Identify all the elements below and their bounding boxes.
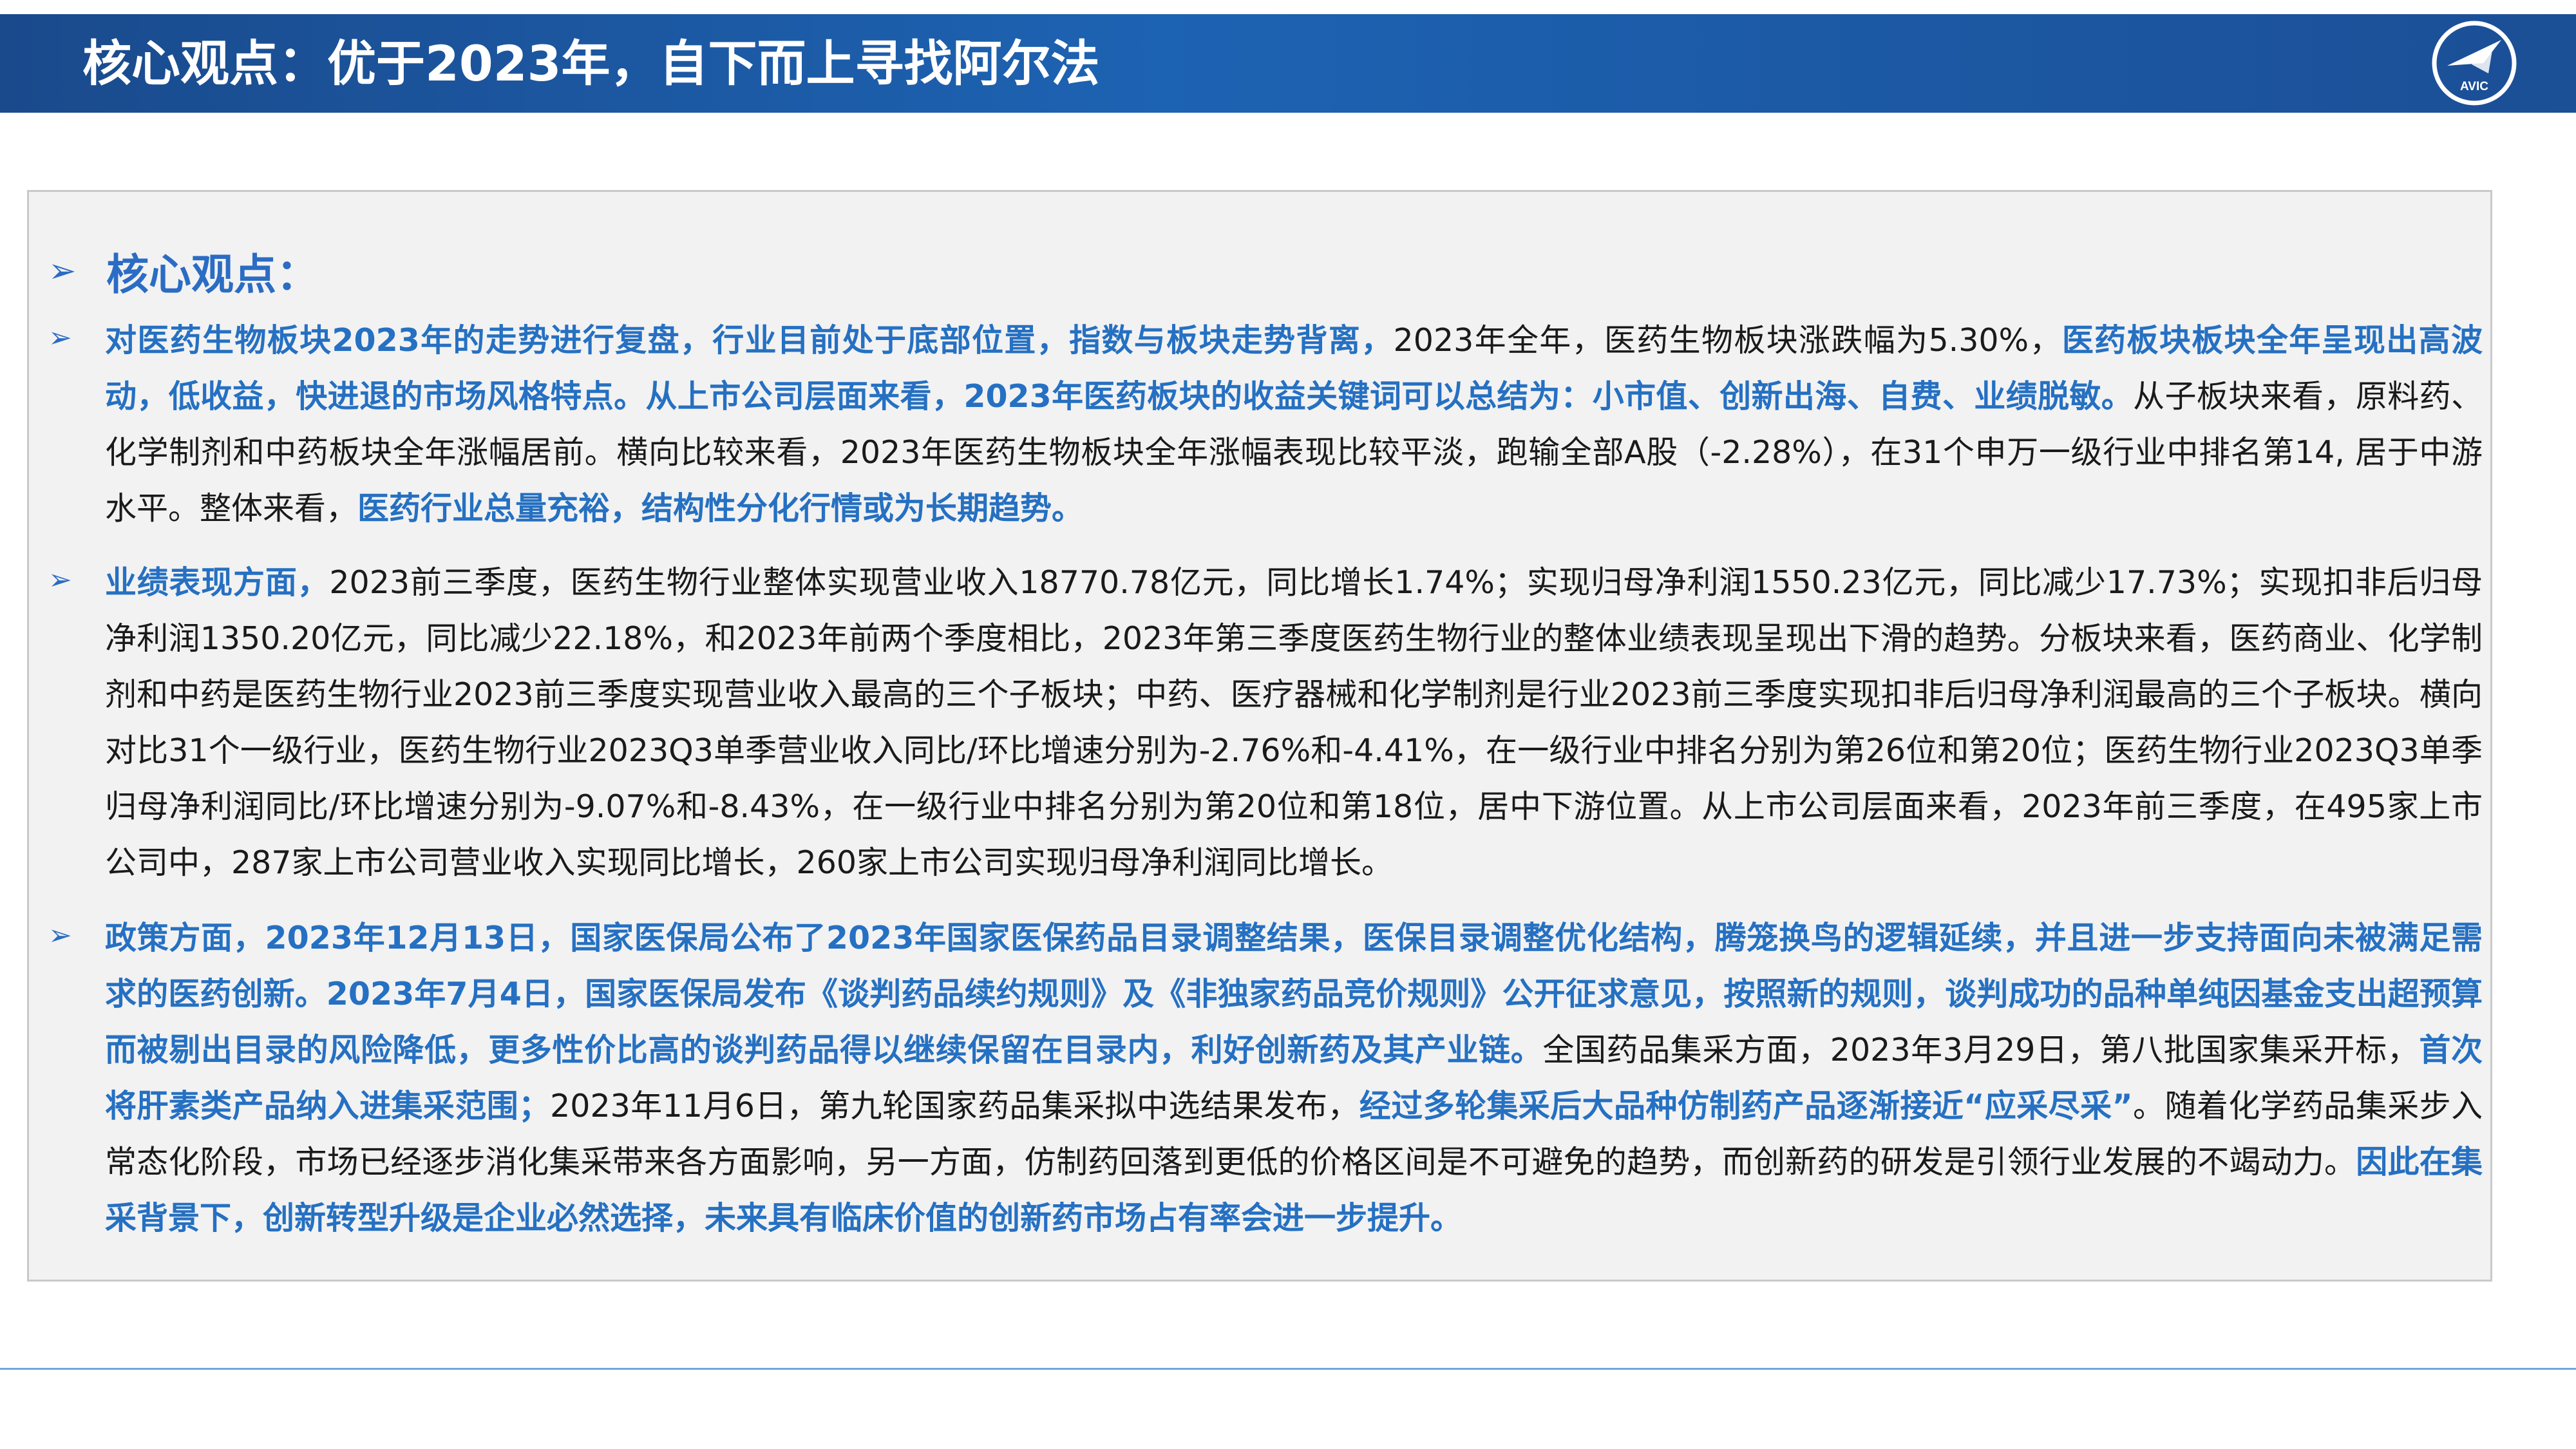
arrow-bullet-icon: ➢ <box>48 919 72 952</box>
section-heading-row: ➢ 核心观点： <box>48 236 319 307</box>
bullet-item: ➢ 业绩表现方面，2023前三季度，医药生物行业整体实现营业收入18770.78… <box>48 554 2483 891</box>
arrow-bullet-icon: ➢ <box>48 321 72 354</box>
highlighted-text: 对医药生物板块2023年的走势进行复盘，行业目前处于底部位置，指数与板块走势背离… <box>105 322 1394 359</box>
bullet-paragraph: 对医药生物板块2023年的走势进行复盘，行业目前处于底部位置，指数与板块走势背离… <box>105 312 2483 536</box>
body-text: 2023年全年，医药生物板块涨跌幅为5.30%， <box>1393 322 2062 359</box>
arrow-bullet-icon: ➢ <box>48 252 77 290</box>
body-text: 全国药品集采方面，2023年3月29日，第八批国家集采开标， <box>1542 1032 2420 1068</box>
highlighted-text: 经过多轮集采后大品种仿制药产品逐渐接近“应采尽采” <box>1359 1088 2133 1124</box>
bullet-paragraph: 政策方面，2023年12月13日，国家医保局公布了2023年国家医保药品目录调整… <box>105 910 2483 1246</box>
section-heading: 核心观点： <box>106 250 319 299</box>
bullet-item: ➢ 对医药生物板块2023年的走势进行复盘，行业目前处于底部位置，指数与板块走势… <box>48 312 2483 536</box>
body-text: 2023年11月6日，第九轮国家药品集采拟中选结果发布， <box>550 1088 1359 1124</box>
logo-text: AVIC <box>2460 80 2488 93</box>
avic-logo-icon: AVIC <box>2432 21 2517 106</box>
highlighted-text: 业绩表现方面， <box>105 564 330 601</box>
content-panel: ➢ 核心观点： ➢ 对医药生物板块2023年的走势进行复盘，行业目前处于底部位置… <box>27 190 2492 1282</box>
page-title: 核心观点：优于2023年，自下而上寻找阿尔法 <box>82 35 1100 92</box>
title-bar: 核心观点：优于2023年，自下而上寻找阿尔法 AVIC <box>0 14 2576 113</box>
highlighted-text: 医药行业总量充裕，结构性分化行情或为长期趋势。 <box>357 490 1084 527</box>
bullet-paragraph: 业绩表现方面，2023前三季度，医药生物行业整体实现营业收入18770.78亿元… <box>105 554 2483 891</box>
body-text: 2023前三季度，医药生物行业整体实现营业收入18770.78亿元，同比增长1.… <box>105 564 2483 881</box>
footer-divider <box>0 1368 2576 1370</box>
bullet-item: ➢ 政策方面，2023年12月13日，国家医保局公布了2023年国家医保药品目录… <box>48 910 2483 1246</box>
arrow-bullet-icon: ➢ <box>48 564 72 596</box>
